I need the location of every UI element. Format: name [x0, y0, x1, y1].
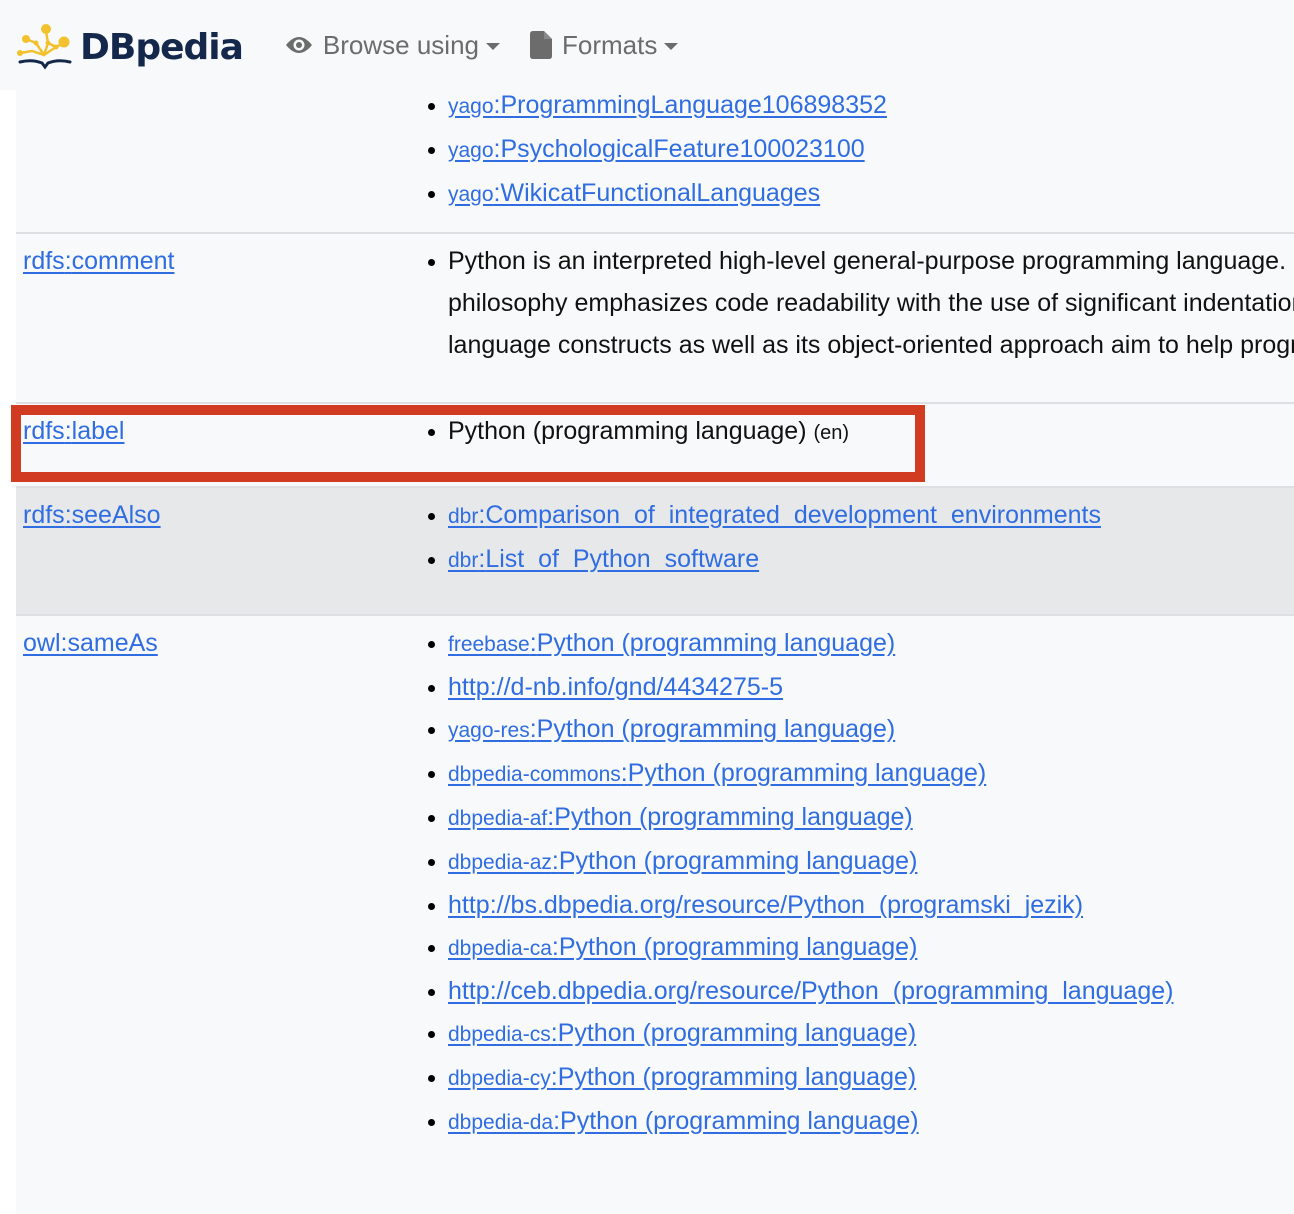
value-link[interactable]: yago-res:Python (programming language): [448, 715, 895, 743]
list-item: dbr:Comparison_of_integrated_development…: [448, 494, 1294, 538]
browse-using-label: Browse using: [322, 29, 479, 60]
property-link-rdfs-label[interactable]: rdfs:label: [23, 410, 124, 452]
list-item: freebase:Python (programming language): [448, 622, 1294, 666]
value-cell: dbr:Comparison_of_integrated_development…: [416, 494, 1294, 614]
value-cell: yago:ProgrammingLanguage106898352 yago:P…: [416, 84, 1294, 232]
table-row-same-as: owl:sameAs freebase:Python (programming …: [16, 614, 1294, 1214]
property-cell: rdfs:seeAlso: [16, 494, 416, 614]
table-row-label: rdfs:label Python (programming language)…: [16, 402, 1294, 486]
value-list: Python (programming language) (en): [416, 410, 1294, 454]
value-link[interactable]: dbpedia-az:Python (programming language): [448, 847, 917, 875]
label-value: Python (programming language): [448, 417, 807, 445]
value-link[interactable]: dbpedia-cs:Python (programming language): [448, 1019, 916, 1047]
property-cell: rdfs:label: [16, 410, 416, 486]
value-link[interactable]: dbpedia-commons:Python (programming lang…: [448, 759, 986, 787]
list-item: dbpedia-cs:Python (programming language): [448, 1012, 1294, 1056]
table-row-comment: rdfs:comment Python is an interpreted hi…: [16, 232, 1294, 402]
property-link-rdfs-see-also[interactable]: rdfs:seeAlso: [23, 494, 161, 536]
value-link[interactable]: dbpedia-af:Python (programming language): [448, 803, 913, 831]
list-item: dbpedia-commons:Python (programming lang…: [448, 752, 1294, 796]
list-item: Python is an interpreted high-level gene…: [448, 240, 1294, 366]
value-cell: freebase:Python (programming language) ht…: [416, 622, 1294, 1214]
list-item: http://ceb.dbpedia.org/resource/Python_(…: [448, 970, 1294, 1012]
list-item: dbpedia-az:Python (programming language): [448, 840, 1294, 884]
value-list: Python is an interpreted high-level gene…: [416, 240, 1294, 366]
table-row-type: yago:ProgrammingLanguage106898352 yago:P…: [16, 84, 1294, 232]
table-row-see-also: rdfs:seeAlso dbr:Comparison_of_integrate…: [16, 486, 1294, 614]
value-link[interactable]: dbpedia-ca:Python (programming language): [448, 933, 917, 961]
comment-text: Python is an interpreted high-level gene…: [448, 247, 1294, 359]
list-item: yago:WikicatFunctionalLanguages: [448, 172, 1294, 216]
list-item: http://d-nb.info/gnd/4434275-5: [448, 666, 1294, 708]
file-icon: [530, 31, 552, 59]
list-item: dbpedia-af:Python (programming language): [448, 796, 1294, 840]
formats-label: Formats: [562, 29, 658, 60]
navbar: DBpedia Browse using Formats: [0, 0, 1294, 90]
browse-using-dropdown[interactable]: Browse using: [285, 30, 500, 61]
value-cell: Python is an interpreted high-level gene…: [416, 240, 1294, 402]
value-link[interactable]: freebase:Python (programming language): [448, 629, 895, 657]
property-link-owl-same-as[interactable]: owl:sameAs: [23, 622, 158, 664]
formats-dropdown[interactable]: Formats: [530, 29, 679, 61]
property-cell: [16, 84, 416, 232]
value-list: yago:ProgrammingLanguage106898352 yago:P…: [416, 84, 1294, 216]
value-list: freebase:Python (programming language) ht…: [416, 622, 1294, 1144]
list-item: yago:PsychologicalFeature100023100: [448, 128, 1294, 172]
value-link[interactable]: dbr:List_of_Python_software: [448, 545, 759, 573]
value-link[interactable]: dbpedia-cy:Python (programming language): [448, 1063, 916, 1091]
property-cell: rdfs:comment: [16, 240, 416, 402]
list-item: yago-res:Python (programming language): [448, 708, 1294, 752]
eye-icon: [285, 35, 313, 55]
list-item: dbpedia-cy:Python (programming language): [448, 1056, 1294, 1100]
list-item: dbr:List_of_Python_software: [448, 538, 1294, 582]
list-item: dbpedia-da:Python (programming language): [448, 1100, 1294, 1144]
value-cell: Python (programming language) (en): [416, 410, 1294, 486]
dbpedia-logo-icon: [17, 24, 72, 70]
property-table: yago:ProgrammingLanguage106898352 yago:P…: [16, 84, 1294, 1214]
value-link[interactable]: http://ceb.dbpedia.org/resource/Python_(…: [448, 977, 1173, 1005]
value-link[interactable]: yago:ProgrammingLanguage106898352: [448, 91, 887, 119]
chevron-down-icon: [486, 42, 500, 50]
list-item: http://bs.dbpedia.org/resource/Python_(p…: [448, 884, 1294, 926]
chevron-down-icon: [664, 42, 679, 50]
property-link-rdfs-comment[interactable]: rdfs:comment: [23, 240, 174, 282]
language-tag: (en): [813, 422, 850, 444]
property-cell: owl:sameAs: [16, 622, 416, 1214]
brand-name: DBpedia: [80, 26, 244, 68]
dbpedia-logo-link[interactable]: DBpedia: [14, 17, 244, 73]
list-item: yago:ProgrammingLanguage106898352: [448, 84, 1294, 128]
value-link[interactable]: dbpedia-da:Python (programming language): [448, 1107, 919, 1135]
value-link[interactable]: dbr:Comparison_of_integrated_development…: [448, 501, 1101, 529]
value-list: dbr:Comparison_of_integrated_development…: [416, 494, 1294, 582]
value-link[interactable]: http://d-nb.info/gnd/4434275-5: [448, 673, 783, 701]
list-item: dbpedia-ca:Python (programming language): [448, 926, 1294, 970]
value-link[interactable]: yago:PsychologicalFeature100023100: [448, 135, 865, 163]
value-link[interactable]: yago:WikicatFunctionalLanguages: [448, 179, 820, 207]
list-item: Python (programming language) (en): [448, 410, 1294, 454]
value-link[interactable]: http://bs.dbpedia.org/resource/Python_(p…: [448, 891, 1083, 919]
